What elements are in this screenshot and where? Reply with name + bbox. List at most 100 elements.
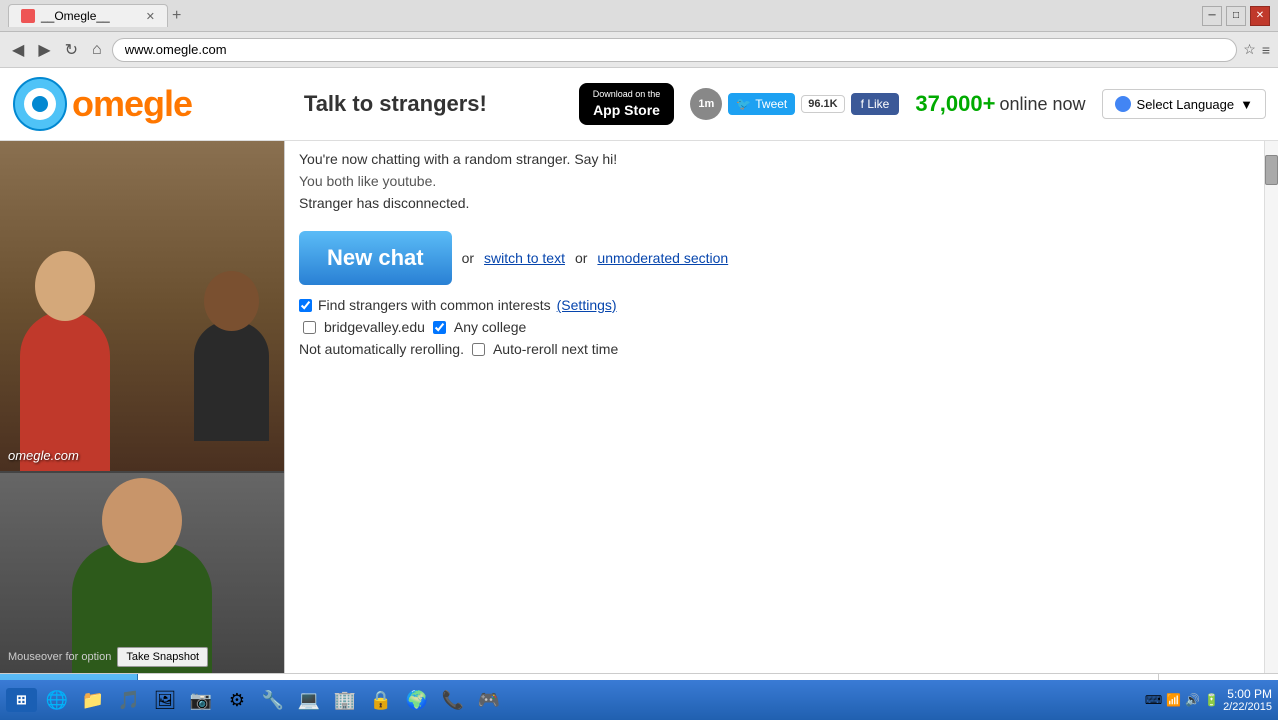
person-head-1 — [35, 251, 95, 321]
taskbar-chrome-icon[interactable]: 🌍 — [401, 684, 433, 716]
taskbar-tool7-icon[interactable]: 🔒 — [365, 684, 397, 716]
auto-reroll-label: Auto-reroll next time — [493, 341, 618, 357]
new-chat-area: New chat or switch to text or unmoderate… — [299, 231, 1250, 285]
select-language-label: Select Language — [1137, 97, 1235, 112]
browser-titlebar: __Omegle__ ✕ + ─ □ ✕ — [0, 0, 1278, 32]
refresh-button[interactable]: ↻ — [61, 38, 82, 62]
interests-checkbox[interactable] — [299, 299, 312, 312]
taskbar-skype-icon[interactable]: 📞 — [437, 684, 469, 716]
college-checkbox[interactable] — [303, 321, 316, 334]
dropdown-icon: ▼ — [1240, 97, 1253, 112]
taskbar-explorer-icon[interactable]: 📁 — [77, 684, 109, 716]
taskbar-tool1-icon[interactable]: 🖼 — [149, 684, 181, 716]
taskbar-time-display: 5:00 PM — [1223, 687, 1272, 701]
tab-favicon — [21, 9, 35, 23]
minimize-btn[interactable]: ─ — [1202, 6, 1222, 26]
like-button[interactable]: f Like — [851, 93, 900, 115]
any-college-label: Any college — [454, 319, 526, 335]
taskbar-date-display: 2/22/2015 — [1223, 701, 1272, 713]
auto-reroll-row: Not automatically rerolling. Auto-reroll… — [299, 341, 1250, 357]
scroll-thumb[interactable] — [1265, 155, 1278, 185]
person-2-head — [204, 271, 259, 331]
any-college-checkbox[interactable] — [433, 321, 446, 334]
address-bar[interactable] — [112, 38, 1238, 62]
self-video: Mouseover for option Take Snapshot — [0, 473, 284, 673]
tweet-count: 96.1K — [801, 95, 844, 113]
taskbar-tool4-icon[interactable]: 🔧 — [257, 684, 289, 716]
site-header: omegle Talk to strangers! Download on th… — [0, 68, 1278, 141]
twitter-icon: 🐦 — [736, 97, 751, 111]
new-chat-button[interactable]: New chat — [299, 231, 452, 285]
interests-label: Find strangers with common interests — [318, 297, 551, 313]
taskbar-tool5-icon[interactable]: 💻 — [293, 684, 325, 716]
or-text-1: or — [462, 250, 474, 266]
unmoderated-section-link[interactable]: unmoderated section — [597, 250, 728, 266]
close-btn[interactable]: ✕ — [1250, 6, 1270, 26]
tweet-button[interactable]: 🐦 Tweet — [728, 93, 795, 115]
start-button[interactable]: ⊞ — [6, 688, 37, 712]
settings-link[interactable]: (Settings) — [557, 297, 617, 313]
tab-title: __Omegle__ — [41, 9, 110, 23]
app-store-big: App Store — [593, 101, 661, 119]
home-button[interactable]: ⌂ — [88, 39, 106, 61]
auto-reroll-checkbox[interactable] — [472, 343, 485, 356]
video-panel: omegle.com Mouseover for option Take Sna… — [0, 141, 285, 673]
person-2-body — [194, 321, 269, 441]
video-bottom-controls: Mouseover for option Take Snapshot — [0, 647, 284, 667]
browser-navbar: ◀ ▶ ↻ ⌂ ☆ ≡ — [0, 32, 1278, 68]
mouseover-label: Mouseover for option — [8, 651, 111, 663]
new-tab-button[interactable]: + — [172, 7, 181, 25]
taskbar-ie-icon[interactable]: 🌐 — [41, 684, 73, 716]
taskbar-media-icon[interactable]: 🎵 — [113, 684, 145, 716]
app-store-button[interactable]: Download on the App Store — [579, 83, 675, 125]
menu-icon[interactable]: ≡ — [1262, 42, 1270, 58]
chat-message-2: You both like youtube. — [299, 173, 1250, 189]
social-area: 1m 🐦 Tweet 96.1K f Like — [690, 88, 899, 120]
taskbar-game-icon[interactable]: 🎮 — [473, 684, 505, 716]
tweet-label: Tweet — [755, 97, 787, 111]
main-area: omegle.com Mouseover for option Take Sna… — [0, 141, 1278, 673]
forward-button[interactable]: ▶ — [34, 38, 54, 62]
right-scrollbar[interactable] — [1264, 141, 1278, 673]
taskbar-tool2-icon[interactable]: 📷 — [185, 684, 217, 716]
logo-area: omegle — [12, 76, 192, 132]
taskbar-clock[interactable]: 5:00 PM 2/22/2015 — [1223, 687, 1272, 713]
browser-tab[interactable]: __Omegle__ ✕ — [8, 4, 168, 27]
online-count-area: 37,000+ online now — [915, 91, 1085, 117]
omegle-logo-icon — [12, 76, 68, 132]
video-watermark: omegle.com — [8, 448, 79, 463]
taskbar-tool6-icon[interactable]: 🏢 — [329, 684, 361, 716]
switch-to-text-link[interactable]: switch to text — [484, 250, 565, 266]
stranger-video: omegle.com — [0, 141, 284, 473]
take-snapshot-button[interactable]: Take Snapshot — [117, 647, 208, 667]
like-label: Like — [867, 97, 889, 111]
keyboard-icon[interactable]: ⌨ — [1145, 693, 1162, 707]
chat-message-3: Stranger has disconnected. — [299, 195, 1250, 211]
network-icon[interactable]: 📶 — [1166, 693, 1181, 707]
taskbar-tool3-icon[interactable]: ⚙ — [221, 684, 253, 716]
back-button[interactable]: ◀ — [8, 38, 28, 62]
chat-panel: You're now chatting with a random strang… — [285, 141, 1264, 673]
chat-message-1: You're now chatting with a random strang… — [299, 151, 1250, 167]
bottom-bar: New Esc Send Enter — [0, 673, 1278, 680]
not-auto-rerolling-label: Not automatically rerolling. — [299, 341, 464, 357]
logo-text: omegle — [72, 83, 192, 125]
or-text-2: or — [575, 250, 587, 266]
bookmark-icon[interactable]: ☆ — [1243, 41, 1256, 58]
facebook-icon: f — [861, 97, 864, 111]
page-content: omegle Talk to strangers! Download on th… — [0, 68, 1278, 680]
app-store-small: Download on the — [593, 89, 661, 101]
battery-icon[interactable]: 🔋 — [1204, 693, 1219, 707]
self-person-head — [102, 478, 182, 563]
maximize-btn[interactable]: □ — [1226, 6, 1246, 26]
tab-close-btn[interactable]: ✕ — [146, 10, 155, 23]
volume-icon[interactable]: 🔊 — [1185, 693, 1200, 707]
select-language-button[interactable]: Select Language ▼ — [1102, 89, 1266, 119]
one-m-badge: 1m — [690, 88, 722, 120]
interests-row: Find strangers with common interests (Se… — [299, 297, 1250, 313]
college-value: bridgevalley.edu — [324, 319, 425, 335]
site-tagline: Talk to strangers! — [228, 91, 563, 117]
self-video-display — [0, 473, 284, 673]
google-icon — [1115, 96, 1131, 112]
video-top-display — [0, 141, 284, 471]
